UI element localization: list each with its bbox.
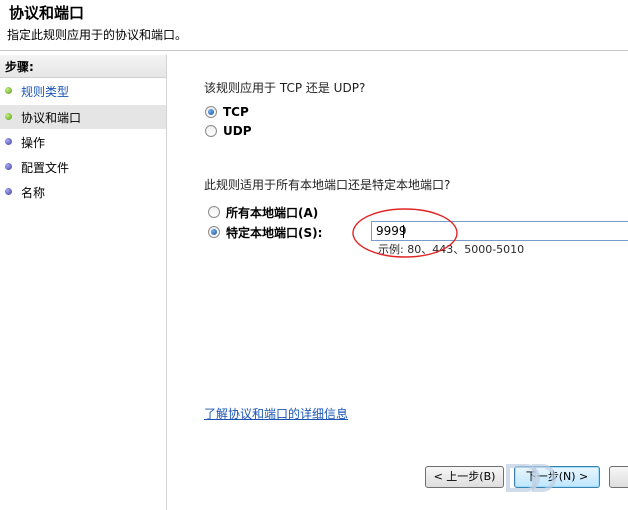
step-label: 名称 <box>21 186 46 200</box>
step-name: 名称 <box>0 180 166 204</box>
ports-question: 此规则适用于所有本地端口还是特定本地端口? <box>204 178 451 192</box>
protocol-question: 该规则应用于 TCP 还是 UDP? <box>204 81 366 95</box>
page-description: 指定此规则应用于的协议和端口。 <box>7 28 188 42</box>
partial-button[interactable] <box>609 466 628 488</box>
port-input-value: 9999 <box>376 224 407 238</box>
text-caret <box>403 225 404 238</box>
page-title: 协议和端口 <box>9 4 85 22</box>
header-divider <box>0 50 628 51</box>
step-pending-bullet-icon <box>5 138 12 145</box>
specific-ports-radio[interactable] <box>208 226 220 238</box>
step-label: 操作 <box>21 136 46 150</box>
main-content: 该规则应用于 TCP 还是 UDP? TCP UDP 此规则适用于所有本地端口还… <box>167 55 628 510</box>
learn-more-link[interactable]: 了解协议和端口的详细信息 <box>204 405 348 422</box>
step-action: 操作 <box>0 130 166 154</box>
step-label[interactable]: 规则类型 <box>21 83 69 100</box>
steps-title: 步骤: <box>5 60 34 74</box>
specific-ports-label[interactable]: 特定本地端口(S): <box>226 224 322 241</box>
radio-selected-dot <box>211 229 217 235</box>
step-profile: 配置文件 <box>0 155 166 179</box>
step-protocol-and-ports[interactable]: 协议和端口 <box>0 105 166 129</box>
wizard-header: 协议和端口 指定此规则应用于的协议和端口。 <box>0 0 628 50</box>
port-example-hint: 示例: 80、443、5000-5010 <box>378 243 525 256</box>
back-button[interactable]: < 上一步(B) <box>425 466 504 488</box>
all-ports-label[interactable]: 所有本地端口(A) <box>226 204 318 221</box>
tcp-label[interactable]: TCP <box>223 105 249 119</box>
tcp-radio[interactable] <box>205 106 217 118</box>
radio-selected-dot <box>208 109 214 115</box>
port-input[interactable]: 9999 <box>371 221 628 241</box>
step-pending-bullet-icon <box>5 188 12 195</box>
step-done-bullet-icon <box>5 113 12 120</box>
step-rule-type[interactable]: 规则类型 <box>0 79 166 103</box>
step-label: 配置文件 <box>21 161 70 175</box>
wizard-window: 协议和端口 指定此规则应用于的协议和端口。 步骤: 规则类型 协议和端口 操作 … <box>0 0 628 510</box>
step-done-bullet-icon <box>5 87 12 94</box>
udp-label[interactable]: UDP <box>223 124 252 138</box>
all-ports-radio[interactable] <box>208 206 220 218</box>
udp-radio[interactable] <box>205 125 217 137</box>
steps-panel: 步骤: 规则类型 协议和端口 操作 配置文件 名称 <box>0 55 167 510</box>
next-button[interactable]: 下一步(N) > <box>514 466 600 488</box>
steps-header: 步骤: <box>0 55 166 78</box>
step-pending-bullet-icon <box>5 163 12 170</box>
step-label: 协议和端口 <box>21 111 82 125</box>
